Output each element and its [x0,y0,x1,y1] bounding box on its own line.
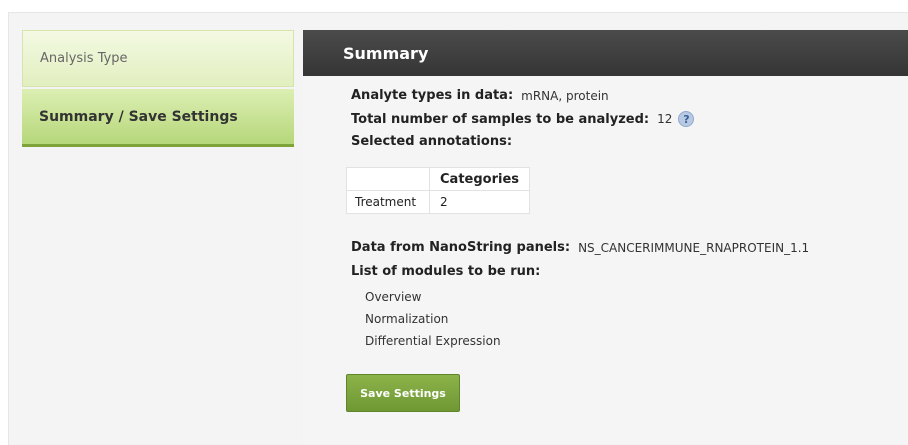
analyte-types-value: mRNA, protein [521,88,609,103]
table-cell: 2 [428,190,531,214]
panel-title: Summary [343,43,429,63]
summary-panel: Summary Analyte types in data: mRNA, pro… [303,30,908,444]
modules-line: List of modules to be run: [351,264,548,279]
list-item: Differential Expression [365,334,501,348]
table-row: Treatment 2 [346,190,531,214]
save-settings-button[interactable]: Save Settings [346,374,460,412]
panels-label: Data from NanoString panels: [351,240,571,255]
modules-list: Overview Normalization Differential Expr… [365,286,501,352]
sidebar-item-label: Analysis Type [40,51,128,66]
table-cell: Treatment [346,190,430,214]
table-header-cell [346,167,430,191]
sidebar-item-summary-save-settings[interactable]: Summary / Save Settings [22,89,294,147]
list-item: Overview [365,290,422,304]
sidebar-item-label: Summary / Save Settings [39,108,238,125]
samples-line: Total number of samples to be analyzed: … [351,111,695,127]
analyte-types-label: Analyte types in data: [351,88,514,103]
question-circle-icon[interactable]: ? [678,111,695,127]
samples-value: 12 [657,112,673,126]
analyte-types-line: Analyte types in data: mRNA, protein [351,88,609,103]
annotations-table: Categories Treatment 2 [346,167,531,214]
annotations-line: Selected annotations: [351,134,520,149]
modules-label: List of modules to be run: [351,264,541,279]
panels-line: Data from NanoString panels: NS_CANCERIM… [351,240,809,255]
sidebar-item-analysis-type[interactable]: Analysis Type [22,30,294,87]
summary-content: Analyte types in data: mRNA, protein Tot… [303,76,908,444]
samples-label: Total number of samples to be analyzed: [351,111,650,127]
panels-value: NS_CANCERIMMUNE_RNAPROTEIN_1.1 [578,240,810,255]
table-header-cell: Categories [428,167,531,191]
list-item: Normalization [365,312,449,326]
annotations-label: Selected annotations: [351,134,513,149]
sidebar: Analysis Type Summary / Save Settings [22,30,294,147]
panel-header: Summary [303,30,908,76]
table-header-row: Categories [346,167,531,191]
